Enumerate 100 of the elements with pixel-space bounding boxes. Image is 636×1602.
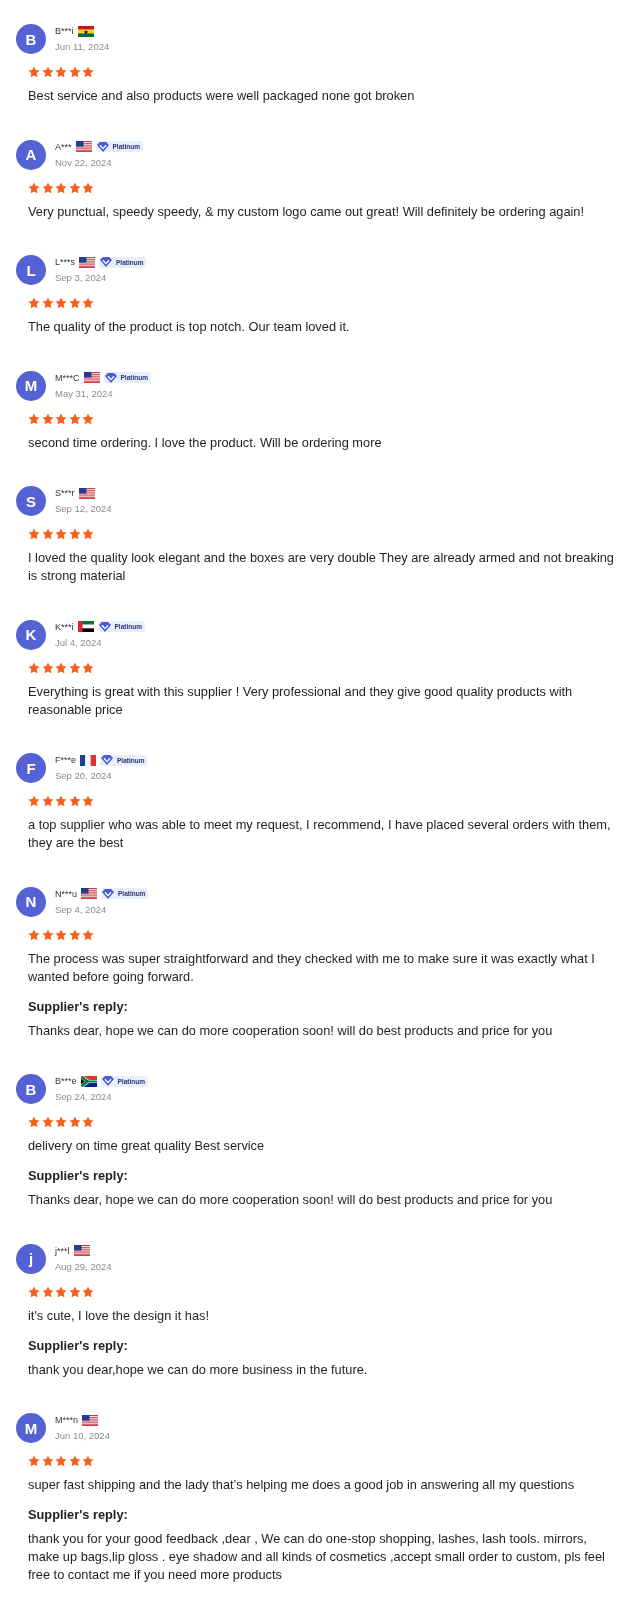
star-icon <box>82 181 94 194</box>
diamond-icon <box>104 372 117 383</box>
avatar: M <box>16 370 46 401</box>
star-icon <box>82 528 94 540</box>
star-icon <box>41 928 54 941</box>
diamond-icon <box>96 141 109 152</box>
star-icon <box>28 795 40 807</box>
review-text: Everything is great with this supplier ! Very professional and they give good quality products with reasonable price <box>28 682 574 719</box>
reviewer-name: F***e <box>55 754 76 766</box>
us-flag-icon <box>82 1414 98 1426</box>
star-icon <box>41 181 54 194</box>
reviewer-name: N***u <box>55 887 77 900</box>
review-text: Best service and also products were well packaged none got broken <box>28 87 416 105</box>
review-date: Sep 24, 2024 <box>55 1090 113 1103</box>
star-icon <box>82 1285 94 1298</box>
star-icon <box>68 661 81 674</box>
reply-heading: Supplier's reply: <box>28 997 129 1016</box>
review-date: Sep 20, 2024 <box>55 769 113 782</box>
avatar: F <box>16 753 46 783</box>
reply-heading: Supplier's reply: <box>28 1167 129 1185</box>
star-icon <box>82 1116 94 1128</box>
star-icon <box>68 1285 81 1298</box>
review-date: Sep 12, 2024 <box>55 502 112 515</box>
review-date: Jun 10, 2024 <box>55 1429 110 1442</box>
star-icon <box>41 1455 54 1467</box>
star-icon <box>41 661 54 674</box>
star-icon <box>55 1455 67 1467</box>
diamond-icon <box>101 1076 114 1086</box>
star-icon <box>68 928 81 941</box>
avatar: N <box>16 886 46 917</box>
star-icon <box>28 661 40 674</box>
star-icon <box>68 795 81 807</box>
star-icon <box>68 181 81 194</box>
diamond-icon <box>100 257 112 267</box>
star-icon <box>68 1116 81 1128</box>
review-date: Nov 22, 2024 <box>55 155 113 169</box>
star-icon <box>55 661 67 674</box>
review-date: Jul 4, 2024 <box>55 635 103 649</box>
reply-text: Thanks dear, hope we can do more cooperation soon! will do best products and price for you <box>28 1191 554 1209</box>
uae-flag-icon <box>77 621 94 632</box>
review-date: Jun 11, 2024 <box>55 40 110 53</box>
avatar: L <box>16 255 46 285</box>
reviewer-name: M***n <box>55 1414 78 1426</box>
star-icon <box>28 928 40 941</box>
star-icon <box>55 66 67 78</box>
avatar: K <box>16 619 46 650</box>
star-icon <box>41 297 54 309</box>
reviewer-name: j***l <box>55 1244 70 1257</box>
avatar: A <box>16 139 46 170</box>
star-icon <box>55 297 67 309</box>
star-icon <box>28 181 40 194</box>
review-text: The quality of the product is top notch. Our team loved it. <box>28 318 351 336</box>
star-icon <box>82 795 94 807</box>
reviewer-name: K***i <box>55 620 74 633</box>
us-flag-icon <box>79 256 95 268</box>
us-flag-icon <box>78 487 95 499</box>
diamond-icon <box>98 621 111 632</box>
us-flag-icon <box>83 372 100 383</box>
star-icon <box>55 181 67 194</box>
star-icon <box>28 528 40 540</box>
star-icon <box>68 66 81 78</box>
star-icon <box>28 1455 40 1467</box>
star-icon <box>41 528 54 540</box>
star-icon <box>68 1455 81 1467</box>
review-date: May 31, 2024 <box>55 386 114 400</box>
star-icon <box>55 928 67 941</box>
star-icon <box>82 412 94 425</box>
reviewer-name: A*** <box>55 140 72 153</box>
star-icon <box>41 412 54 425</box>
reply-text: thank you dear,hope we can do more business in the future. <box>28 1360 369 1379</box>
star-icon <box>28 66 40 78</box>
us-flag-icon <box>81 888 97 899</box>
star-icon <box>55 1116 67 1128</box>
star-icon <box>41 66 54 78</box>
reply-heading: Supplier's reply: <box>28 1336 129 1355</box>
reviewer-name: B***e <box>55 1075 77 1087</box>
review-date: Sep 3, 2024 <box>55 271 108 284</box>
star-icon <box>41 1285 54 1298</box>
diamond-icon <box>102 888 114 899</box>
review-text: it's cute, I love the design it has! <box>28 1306 210 1325</box>
reply-text: Thanks dear, hope we can do more cooperation soon! will do best products and price for you <box>28 1021 554 1040</box>
reply-heading: Supplier's reply: <box>28 1506 129 1524</box>
avatar: j <box>16 1243 46 1274</box>
france-flag-icon <box>80 754 96 766</box>
star-icon <box>28 1116 40 1128</box>
reviewer-name: S***r <box>55 487 75 499</box>
avatar: M <box>16 1413 46 1443</box>
us-flag-icon <box>75 141 92 152</box>
star-icon <box>28 412 40 425</box>
reviewer-name: B***i <box>55 25 74 37</box>
review-text: second time ordering. I love the product. Will be ordering more <box>28 433 383 452</box>
star-icon <box>68 297 81 309</box>
review-text: a top supplier who was able to meet my request, I recommend, I have placed several orders with them, they are the best <box>28 816 612 852</box>
star-icon <box>82 66 94 78</box>
reviewer-name: L***s <box>55 256 75 268</box>
star-icon <box>41 795 54 807</box>
us-flag-icon <box>73 1245 90 1256</box>
review-text: The process was super straightforward and they checked with me to make sure it was exactly what I wanted before going forward. <box>28 949 596 986</box>
star-icon <box>82 297 94 309</box>
south-africa-flag-icon <box>80 1075 97 1087</box>
